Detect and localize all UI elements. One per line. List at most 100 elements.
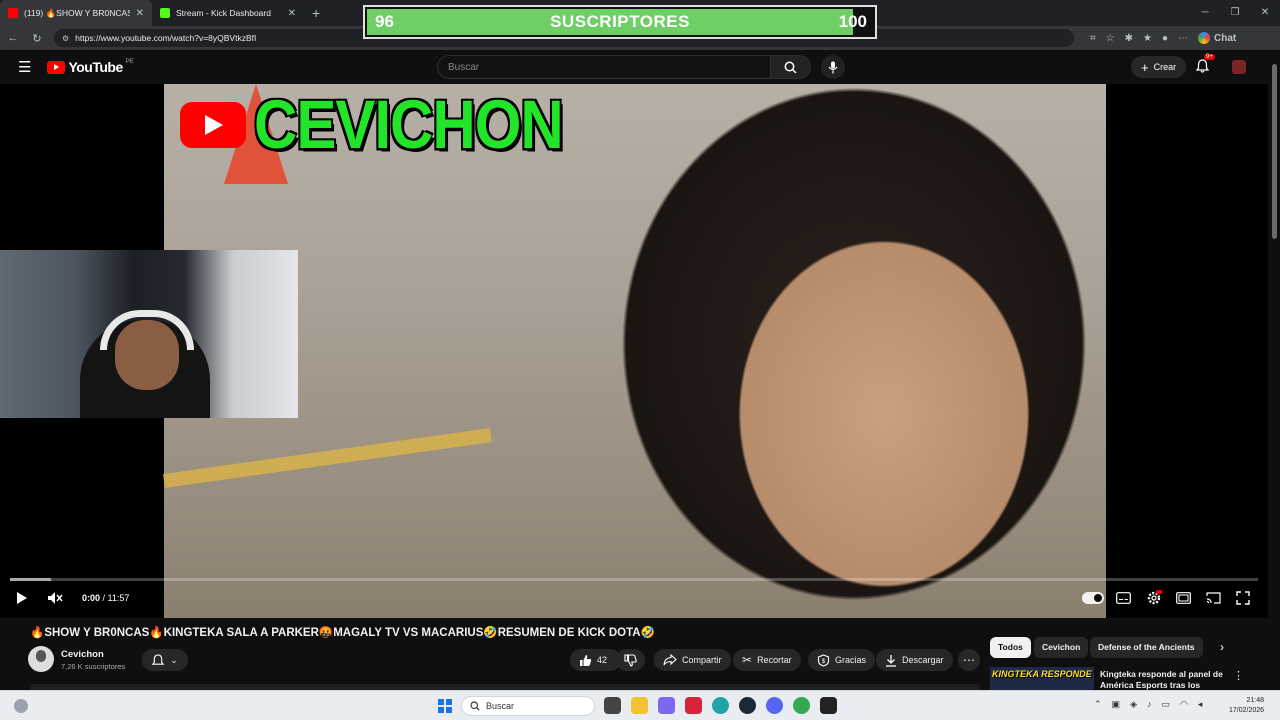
time-current: 0:00: [82, 593, 101, 603]
search-button[interactable]: [771, 55, 811, 79]
chevron-right-icon[interactable]: ›: [1220, 640, 1224, 654]
thanks-button[interactable]: $ Gracias: [808, 649, 876, 671]
channel-avatar[interactable]: [28, 646, 54, 672]
tray-mic-icon[interactable]: ♪: [1147, 699, 1152, 710]
translate-icon[interactable]: ⌗: [1090, 33, 1096, 44]
site-info-icon[interactable]: ⚙: [62, 34, 69, 43]
share-button[interactable]: Compartir: [654, 649, 731, 671]
close-tab-icon[interactable]: ✕: [136, 8, 144, 19]
settings-app-icon[interactable]: [658, 697, 675, 714]
extensions-icon[interactable]: ✱: [1125, 33, 1133, 44]
chip-all[interactable]: Todos: [990, 637, 1031, 658]
recommended-thumbnail[interactable]: KINGTEKA RESPONDE A PANEL DE: [990, 667, 1094, 691]
taskbar-search[interactable]: Buscar: [461, 696, 595, 716]
search-icon: [470, 701, 480, 711]
like-button[interactable]: 42: [570, 649, 622, 671]
time-display: 0:00 / 11:57: [82, 593, 129, 603]
tab-youtube[interactable]: (119) 🔥SHOW Y BR0NCAS🔥KIN ✕: [0, 0, 152, 26]
subtitles-button[interactable]: [1116, 592, 1131, 604]
obs-icon[interactable]: [820, 697, 837, 714]
time-separator: /: [100, 593, 108, 603]
favorites-icon[interactable]: ★: [1143, 33, 1152, 44]
chip-dota[interactable]: Defense of the Ancients: [1090, 637, 1203, 658]
recommended-title[interactable]: Kingteka responde al panel de América Es…: [1100, 669, 1228, 691]
taskbar-search-label: Buscar: [486, 701, 515, 711]
more-vert-icon[interactable]: ⋮: [1233, 669, 1244, 682]
dislike-button[interactable]: [616, 649, 645, 671]
play-button[interactable]: [16, 591, 28, 605]
file-explorer-icon[interactable]: [631, 697, 648, 714]
profile-icon[interactable]: ●: [1162, 33, 1168, 44]
streamer-webcam: [0, 250, 298, 418]
tray-wifi-icon[interactable]: ◠: [1180, 699, 1188, 710]
fullscreen-button[interactable]: [1236, 591, 1250, 605]
menu-dots-icon[interactable]: ⋯: [1178, 33, 1188, 44]
chip-cevichon[interactable]: Cevichon: [1034, 637, 1089, 658]
clock-date: 17/02/2026: [1229, 707, 1265, 714]
scissors-icon: ✂: [742, 653, 753, 667]
edge-icon[interactable]: [712, 697, 729, 714]
settings-button[interactable]: [1146, 590, 1162, 606]
bookmark-star-icon[interactable]: ☆: [1106, 33, 1115, 44]
cast-button[interactable]: [1206, 592, 1221, 604]
chrome-icon[interactable]: [793, 697, 810, 714]
download-label: Descargar: [902, 655, 944, 665]
tab-title: (119) 🔥SHOW Y BR0NCAS🔥KIN: [24, 7, 130, 18]
task-view-icon[interactable]: [604, 697, 621, 714]
create-button[interactable]: + Crear: [1131, 56, 1187, 78]
minimize-icon[interactable]: ─: [1190, 0, 1220, 26]
maximize-icon[interactable]: ❐: [1220, 0, 1250, 26]
discord-icon[interactable]: [766, 697, 783, 714]
window-controls: ─ ❐ ✕: [1190, 0, 1280, 26]
tab-kick-dashboard[interactable]: Stream - Kick Dashboard ✕: [152, 0, 304, 26]
microphone-icon: [828, 61, 838, 73]
windows-start-icon[interactable]: [438, 699, 452, 713]
reload-icon[interactable]: ↻: [30, 32, 44, 45]
kick-favicon-icon: [160, 8, 170, 18]
back-icon[interactable]: ←: [6, 32, 20, 44]
tray-network-icon[interactable]: ◈: [1130, 699, 1137, 710]
progress-bar[interactable]: [10, 578, 1258, 581]
channel-brand-overlay: CEVICHON: [180, 86, 564, 163]
close-tab-icon[interactable]: ✕: [288, 8, 296, 19]
channel-name[interactable]: Cevichon: [61, 649, 104, 660]
video-player[interactable]: CEVICHON 0:00 / 11:57: [0, 84, 1268, 618]
widgets-icon[interactable]: [14, 699, 28, 713]
tray-app-icon[interactable]: ▣: [1112, 699, 1121, 710]
tab-title: Stream - Kick Dashboard: [176, 8, 271, 18]
mute-button[interactable]: [47, 591, 63, 605]
miniplayer-button[interactable]: [1176, 592, 1191, 604]
youtube-logo[interactable]: YouTube PE: [47, 59, 134, 75]
tray-monitor-icon[interactable]: ▭: [1161, 699, 1170, 710]
hamburger-menu-icon[interactable]: ☰: [18, 58, 31, 76]
subscriber-goal-count: 100: [838, 12, 867, 31]
thumbs-up-icon: [580, 654, 592, 666]
taskbar-apps: [604, 697, 837, 714]
download-button[interactable]: Descargar: [876, 649, 953, 671]
tray-chevron-icon[interactable]: ⌃: [1094, 699, 1102, 710]
page-scrollbar[interactable]: [1268, 50, 1280, 690]
scrollbar-thumb[interactable]: [1272, 64, 1277, 239]
subtitles-icon: [1116, 592, 1131, 604]
new-tab-button[interactable]: +: [312, 5, 320, 21]
steam-icon[interactable]: [739, 697, 756, 714]
taskbar-clock[interactable]: 21:48 17/02/2026: [1229, 696, 1264, 716]
tray-volume-icon[interactable]: ◂: [1198, 699, 1203, 710]
account-avatar[interactable]: [1232, 60, 1246, 74]
app-red-icon[interactable]: [685, 697, 702, 714]
clip-label: Recortar: [757, 655, 792, 665]
clock-time: 21:48: [1246, 697, 1265, 704]
search-input[interactable]: [437, 55, 771, 79]
clip-button[interactable]: ✂ Recortar: [733, 649, 801, 671]
chat-button[interactable]: Chat: [1198, 32, 1236, 44]
channel-subscriber-count: 7,26 K suscriptores: [61, 662, 126, 671]
subscription-bell-button[interactable]: ⌄: [142, 649, 188, 671]
autoplay-toggle[interactable]: [1082, 592, 1104, 604]
voice-search-button[interactable]: [821, 55, 845, 79]
close-window-icon[interactable]: ✕: [1250, 0, 1280, 26]
overlay-channel-name: CEVICHON: [254, 85, 564, 164]
more-actions-button[interactable]: ⋯: [958, 649, 980, 671]
ground-line: [163, 428, 492, 488]
copilot-icon: [1198, 32, 1211, 44]
notifications-button[interactable]: 9+: [1195, 54, 1215, 78]
